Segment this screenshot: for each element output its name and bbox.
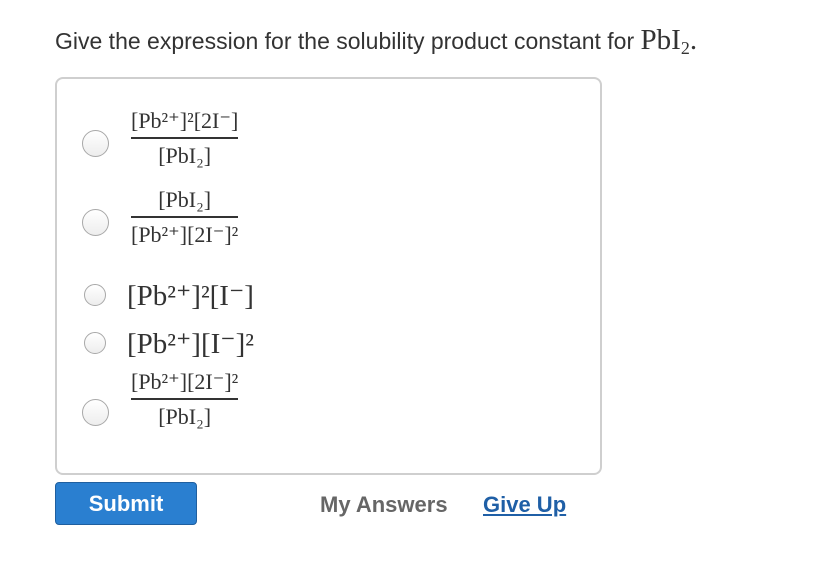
- question-prompt: Give the expression for the solubility p…: [55, 24, 697, 59]
- question-formula: PbI2.: [640, 24, 698, 59]
- question-text: Give the expression for the solubility p…: [55, 28, 641, 54]
- option-2-denominator: [Pb²⁺][2I⁻]²: [131, 222, 239, 247]
- option-1[interactable]: [Pb²⁺]²[2I⁻] [PbI₂]: [82, 105, 562, 177]
- option-4[interactable]: [Pb²⁺][I⁻]²: [82, 324, 562, 364]
- submit-button[interactable]: Submit: [55, 482, 197, 525]
- option-4-expression: [Pb²⁺][I⁻]²: [127, 328, 254, 360]
- option-3-radio[interactable]: [84, 284, 106, 306]
- option-5-denominator: [PbI₂]: [158, 404, 212, 429]
- my-answers-label: My Answers: [320, 492, 448, 517]
- option-5-expression: [Pb²⁺][2I⁻]² [PbI₂]: [131, 368, 239, 431]
- option-2-fraction-bar: [131, 216, 239, 218]
- option-3[interactable]: [Pb²⁺]²[I⁻]: [82, 276, 562, 316]
- give-up-link[interactable]: Give Up: [483, 492, 566, 518]
- option-1-numerator: [Pb²⁺]²[2I⁻]: [131, 108, 239, 133]
- option-2-radio[interactable]: [82, 209, 109, 236]
- option-5[interactable]: [Pb²⁺][2I⁻]² [PbI₂]: [82, 368, 562, 440]
- option-4-radio[interactable]: [84, 332, 106, 354]
- option-1-radio[interactable]: [82, 130, 109, 157]
- option-2-expression: [PbI₂] [Pb²⁺][2I⁻]²: [131, 186, 239, 249]
- option-1-expression: [Pb²⁺]²[2I⁻] [PbI₂]: [131, 107, 239, 170]
- option-2[interactable]: [PbI₂] [Pb²⁺][2I⁻]²: [82, 184, 562, 256]
- option-5-fraction-bar: [131, 398, 239, 400]
- option-3-expression: [Pb²⁺]²[I⁻]: [127, 280, 254, 312]
- option-5-radio[interactable]: [82, 399, 109, 426]
- option-1-fraction-bar: [131, 137, 239, 139]
- option-5-numerator: [Pb²⁺][2I⁻]²: [131, 369, 239, 394]
- option-1-denominator: [PbI₂]: [158, 143, 212, 168]
- option-2-numerator: [PbI₂]: [158, 187, 212, 212]
